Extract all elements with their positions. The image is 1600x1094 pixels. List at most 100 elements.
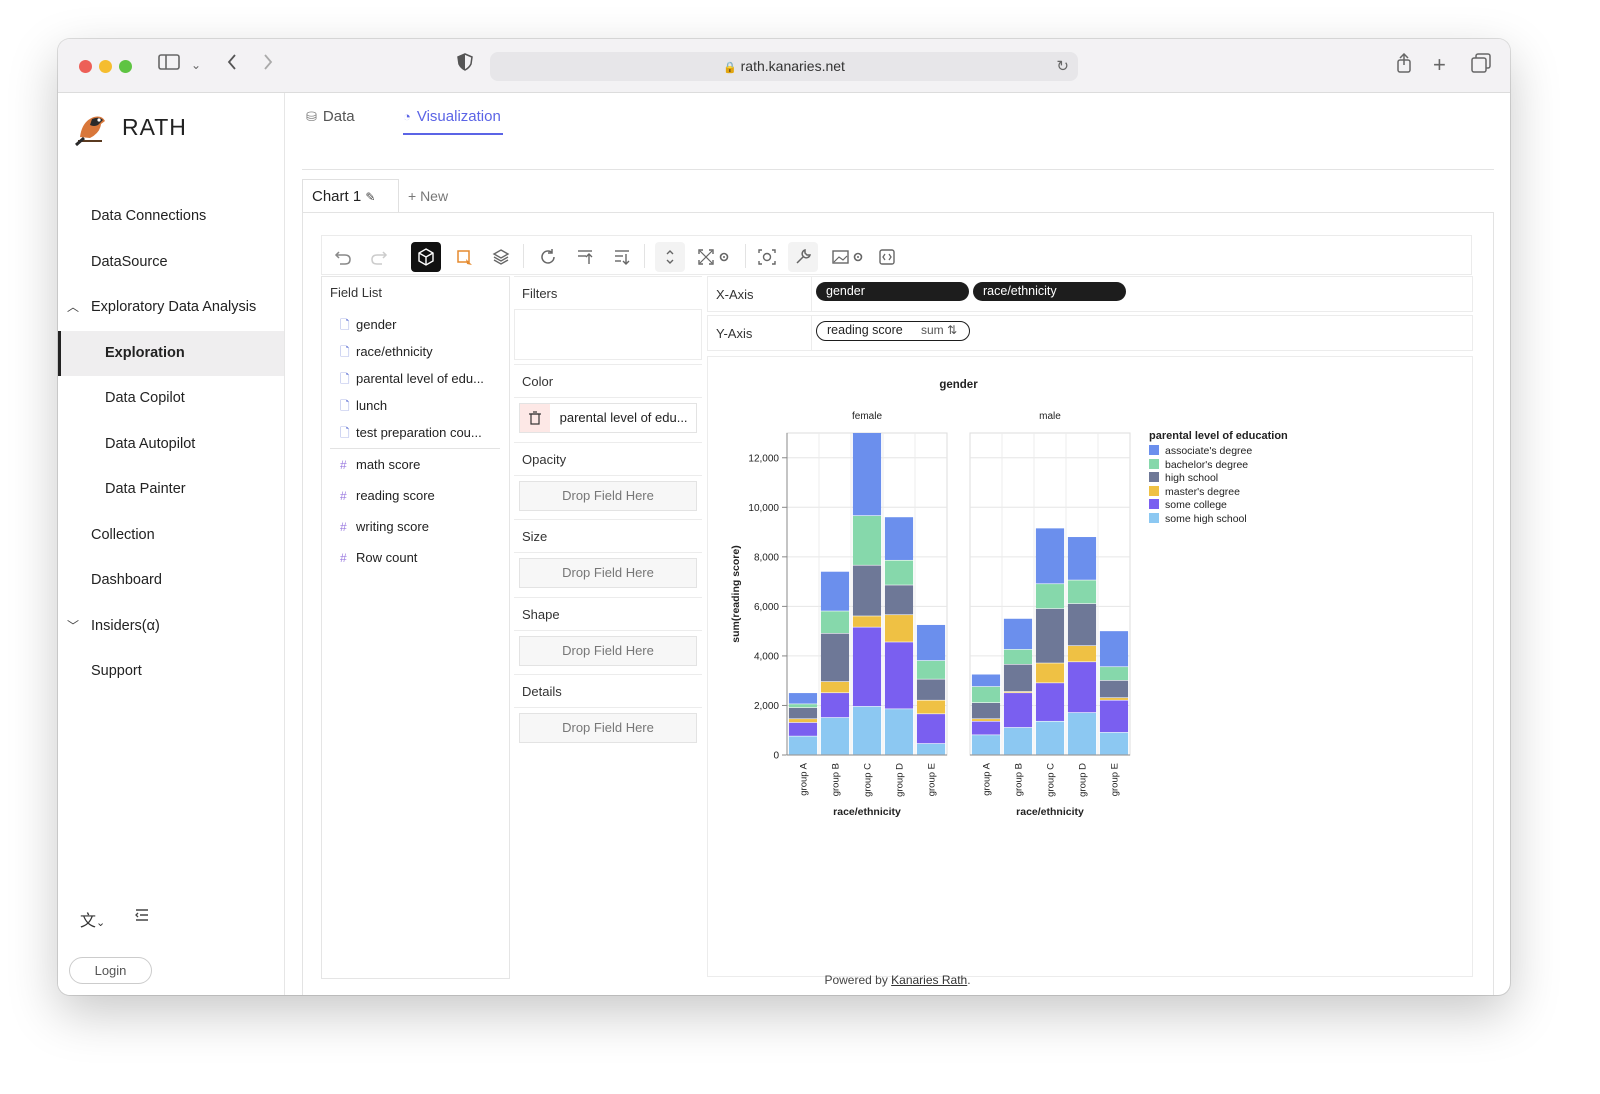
language-icon[interactable]: 文⌄ bbox=[80, 907, 105, 931]
legend-label: high school bbox=[1165, 472, 1219, 484]
x-tick-label: group B bbox=[1014, 763, 1025, 796]
back-icon[interactable] bbox=[226, 53, 238, 77]
transpose-icon[interactable] bbox=[655, 242, 685, 272]
sidebar-item-data-painter[interactable]: Data Painter bbox=[58, 467, 284, 512]
legend-item[interactable]: associate's degree bbox=[1149, 445, 1319, 459]
aggregation-select[interactable]: sum ⇅ bbox=[921, 322, 957, 339]
bar-segment bbox=[788, 693, 818, 704]
browser-window: ⌄ 🔒 rath.kanaries.net ↻ + RATH Data Conn… bbox=[58, 39, 1510, 995]
shape-drop-zone[interactable]: Drop Field Here bbox=[519, 636, 697, 666]
minimize-window-button[interactable] bbox=[99, 60, 112, 73]
redo-icon[interactable] bbox=[364, 242, 394, 272]
layers-icon[interactable] bbox=[486, 242, 516, 272]
code-icon[interactable] bbox=[872, 242, 902, 272]
new-tab-icon[interactable]: + bbox=[1433, 53, 1446, 77]
bar-segment bbox=[1035, 528, 1065, 584]
forward-icon[interactable] bbox=[262, 53, 274, 77]
wrench-icon[interactable] bbox=[788, 242, 818, 272]
rath-logo[interactable] bbox=[72, 107, 112, 147]
x-tick-label: group C bbox=[1046, 763, 1057, 797]
bar-segment bbox=[916, 624, 946, 661]
y-field-reading-score-pill[interactable]: reading score sum ⇅ bbox=[816, 321, 970, 341]
x-tick-label: group D bbox=[1078, 763, 1089, 797]
bar-segment bbox=[916, 700, 946, 714]
bar-segment bbox=[971, 721, 1001, 735]
tabs-overview-icon[interactable] bbox=[1471, 53, 1491, 79]
main-content: ⛁ Data ◔ Visualization Chart 1 ✎ + New F… bbox=[285, 93, 1510, 995]
zoom-window-button[interactable] bbox=[119, 60, 132, 73]
sidebar-item-support[interactable]: Support bbox=[58, 649, 284, 694]
bar-segment bbox=[1099, 631, 1129, 667]
sidebar-item-dashboard[interactable]: Dashboard bbox=[58, 558, 284, 603]
shield-icon[interactable] bbox=[457, 53, 473, 77]
new-chart-button[interactable]: + New bbox=[408, 179, 448, 213]
sidebar-item-datasource[interactable]: DataSource bbox=[58, 240, 284, 285]
chevron-down-icon[interactable]: ⌄ bbox=[191, 53, 201, 77]
tab-visualization[interactable]: ◔ Visualization bbox=[403, 103, 503, 135]
close-window-button[interactable] bbox=[79, 60, 92, 73]
bar-segment bbox=[1035, 663, 1065, 683]
field-gender[interactable]: 🗋 gender bbox=[340, 315, 396, 335]
login-button[interactable]: Login bbox=[69, 957, 152, 984]
bar-segment bbox=[971, 735, 1001, 755]
field-reading-score[interactable]: # reading score bbox=[340, 486, 435, 506]
delete-icon[interactable] bbox=[520, 404, 550, 432]
field-parental-level-of-education[interactable]: 🗋 parental level of edu... bbox=[340, 369, 484, 389]
dimension-icon: 🗋 bbox=[340, 399, 350, 413]
details-header: Details bbox=[514, 674, 702, 708]
legend-item[interactable]: some high school bbox=[1149, 512, 1319, 527]
sidebar-item-data-copilot[interactable]: Data Copilot bbox=[58, 376, 284, 421]
sidebar-item-exploration[interactable]: Exploration bbox=[58, 331, 284, 376]
bar-segment bbox=[884, 615, 914, 642]
x-field-race-ethnicity-pill[interactable]: race/ethnicity bbox=[973, 282, 1126, 301]
filters-drop-area[interactable] bbox=[514, 310, 702, 360]
mark-type-cube-icon[interactable] bbox=[411, 242, 441, 272]
legend-item[interactable]: master's degree bbox=[1149, 485, 1319, 500]
opacity-drop-zone[interactable]: Drop Field Here bbox=[519, 481, 697, 511]
sidebar-item-insiders[interactable]: ﹀ Insiders(α) bbox=[58, 604, 284, 649]
field-row-count[interactable]: # Row count bbox=[340, 548, 417, 568]
sidebar-item-exploratory-data-analysis[interactable]: ︿ Exploratory Data Analysis bbox=[58, 285, 284, 330]
tab-divider bbox=[302, 169, 1494, 170]
stack-mode-icon[interactable] bbox=[450, 242, 480, 272]
x-tick-label: group E bbox=[1110, 763, 1121, 796]
export-image-icon[interactable] bbox=[828, 242, 868, 272]
address-bar[interactable]: 🔒 rath.kanaries.net ↻ bbox=[490, 52, 1078, 81]
field-writing-score[interactable]: # writing score bbox=[340, 517, 429, 537]
focus-scan-icon[interactable] bbox=[752, 242, 782, 272]
collapse-menu-icon[interactable] bbox=[134, 907, 150, 928]
fullscreen-settings-icon[interactable] bbox=[694, 242, 734, 272]
x-axis-title: race/ethnicity bbox=[833, 806, 901, 818]
bar-segment bbox=[1003, 664, 1033, 692]
sidebar-item-collection[interactable]: Collection bbox=[58, 513, 284, 558]
share-icon[interactable] bbox=[1395, 52, 1413, 79]
kanaries-rath-link[interactable]: Kanaries Rath bbox=[891, 973, 967, 987]
field-lunch[interactable]: 🗋 lunch bbox=[340, 396, 387, 416]
field-race-ethnicity[interactable]: 🗋 race/ethnicity bbox=[340, 342, 433, 362]
chart-tab-chart-1[interactable]: Chart 1 ✎ bbox=[302, 179, 399, 213]
y-tick-label: 10,000 bbox=[748, 503, 779, 514]
edit-icon[interactable]: ✎ bbox=[365, 190, 375, 204]
sidebar-item-data-autopilot[interactable]: Data Autopilot bbox=[58, 422, 284, 467]
field-test-preparation-course[interactable]: 🗋 test preparation cou... bbox=[340, 423, 482, 443]
legend-item[interactable]: high school bbox=[1149, 472, 1319, 486]
undo-icon[interactable] bbox=[328, 242, 358, 272]
field-math-score[interactable]: # math score bbox=[340, 455, 420, 475]
x-field-gender-pill[interactable]: gender bbox=[816, 282, 969, 301]
refresh-icon[interactable] bbox=[533, 242, 563, 272]
details-drop-zone[interactable]: Drop Field Here bbox=[519, 713, 697, 743]
bar-segment bbox=[1035, 584, 1065, 609]
sidebar-toggle-icon[interactable] bbox=[158, 53, 180, 77]
reload-icon[interactable]: ↻ bbox=[1056, 52, 1069, 81]
size-drop-zone[interactable]: Drop Field Here bbox=[519, 558, 697, 588]
chevron-up-icon: ︿ bbox=[67, 300, 80, 314]
sort-descending-icon[interactable] bbox=[607, 242, 637, 272]
sort-ascending-icon[interactable] bbox=[570, 242, 600, 272]
editor-toolbar bbox=[321, 235, 1472, 275]
tab-data[interactable]: ⛁ Data bbox=[306, 103, 355, 131]
legend-item[interactable]: bachelor's degree bbox=[1149, 458, 1319, 473]
sidebar-item-data-connections[interactable]: Data Connections bbox=[58, 194, 284, 239]
color-field-pill[interactable]: parental level of edu... bbox=[519, 403, 697, 433]
field-list-panel: Field List 🗋 gender 🗋 race/ethnicity 🗋 pare… bbox=[321, 276, 510, 979]
legend-item[interactable]: some college bbox=[1149, 499, 1319, 513]
